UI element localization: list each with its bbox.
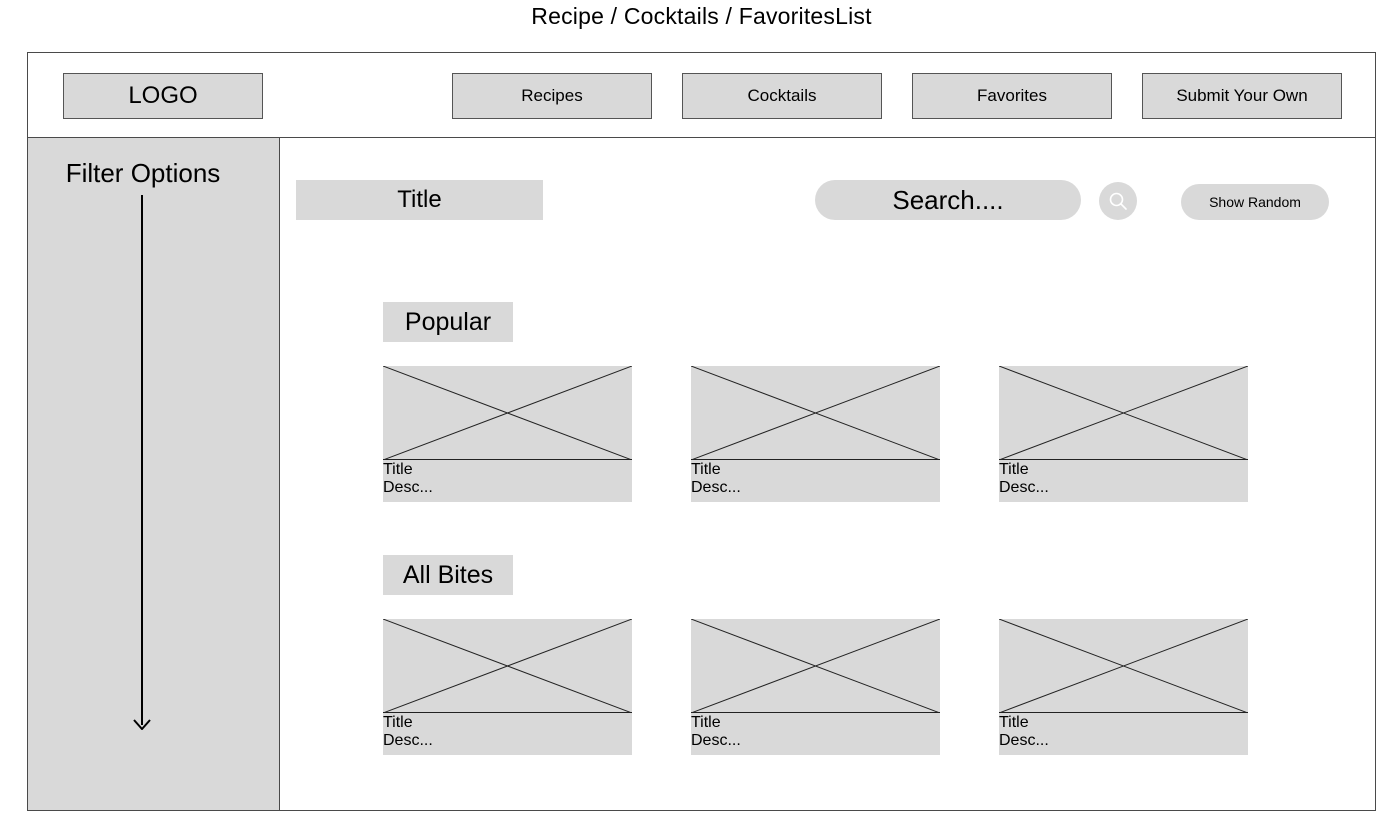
recipe-card[interactable]: Title Desc... <box>691 619 940 755</box>
card-title: Title <box>999 461 1029 478</box>
image-placeholder <box>999 366 1248 460</box>
recipe-card[interactable]: Title Desc... <box>691 366 940 502</box>
filter-options-title: Filter Options <box>65 158 221 188</box>
card-description: Desc... <box>999 732 1049 749</box>
nav-recipes-button[interactable]: Recipes <box>452 73 652 119</box>
section-title-popular: Popular <box>383 302 513 342</box>
arrow-down-icon <box>133 719 151 730</box>
card-title: Title <box>999 714 1029 731</box>
image-placeholder <box>691 366 940 460</box>
nav-submit-your-own-button[interactable]: Submit Your Own <box>1142 73 1342 119</box>
nav-favorites-button[interactable]: Favorites <box>912 73 1112 119</box>
nav-cocktails-button[interactable]: Cocktails <box>682 73 882 119</box>
card-description: Desc... <box>691 479 741 496</box>
card-description: Desc... <box>383 732 433 749</box>
card-title: Title <box>691 714 721 731</box>
card-title: Title <box>383 714 413 731</box>
card-description: Desc... <box>999 479 1049 496</box>
image-placeholder <box>383 619 632 713</box>
search-button[interactable] <box>1099 182 1137 220</box>
image-placeholder <box>383 366 632 460</box>
card-description: Desc... <box>691 732 741 749</box>
card-description: Desc... <box>383 479 433 496</box>
section-title-all-bites: All Bites <box>383 555 513 595</box>
recipe-card[interactable]: Title Desc... <box>383 366 632 502</box>
recipe-card[interactable]: Title Desc... <box>999 366 1248 502</box>
page-title: Title <box>296 180 543 220</box>
arrow-down-icon-shaft <box>141 195 143 725</box>
search-input[interactable] <box>815 180 1081 220</box>
show-random-button[interactable]: Show Random <box>1181 184 1329 220</box>
card-title: Title <box>383 461 413 478</box>
search-icon <box>1109 192 1127 210</box>
recipe-card[interactable]: Title Desc... <box>999 619 1248 755</box>
logo[interactable]: LOGO <box>63 73 263 119</box>
image-placeholder <box>999 619 1248 713</box>
recipe-card[interactable]: Title Desc... <box>383 619 632 755</box>
page-frame: LOGO Recipes Cocktails Favorites Submit … <box>27 52 1376 811</box>
breadcrumb: Recipe / Cocktails / FavoritesList <box>531 3 872 29</box>
card-title: Title <box>691 461 721 478</box>
filter-sidebar: Filter Options <box>28 138 280 810</box>
image-placeholder <box>691 619 940 713</box>
